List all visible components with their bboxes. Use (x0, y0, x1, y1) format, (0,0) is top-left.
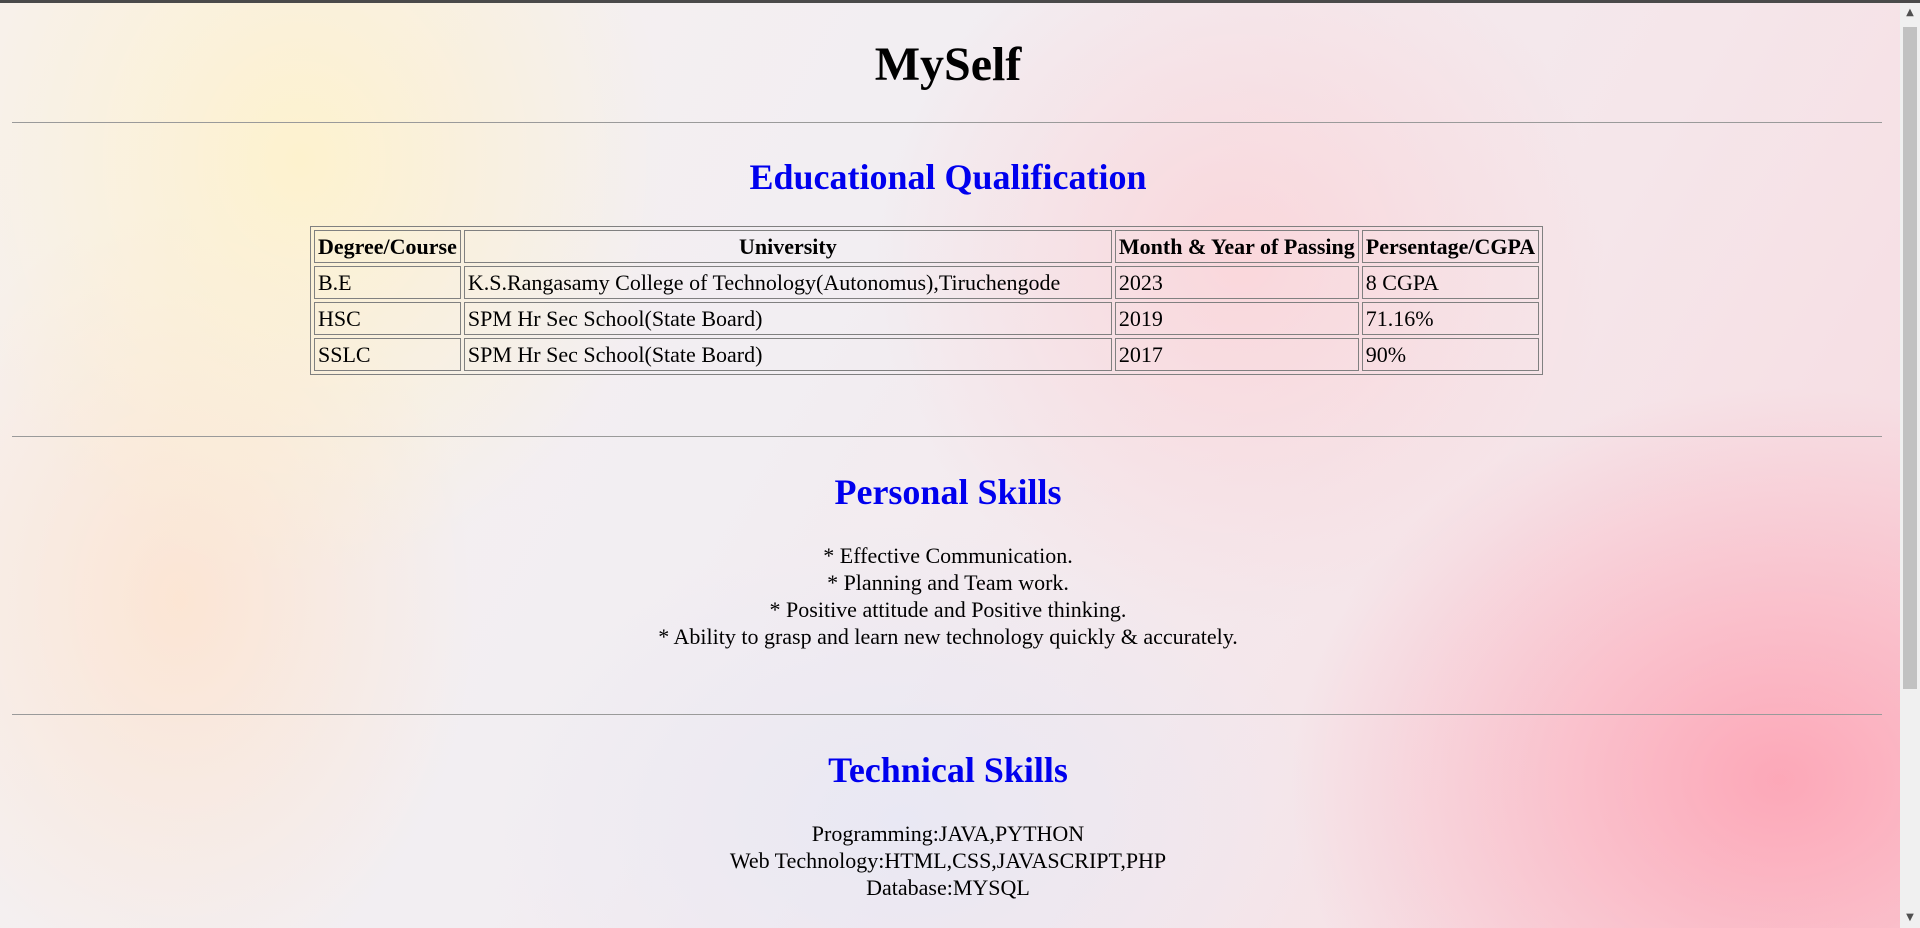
cell-year: 2017 (1114, 338, 1359, 371)
divider (12, 436, 1882, 437)
column-header-passing: Month & Year of Passing (1114, 230, 1359, 263)
cell-degree: SSLC (314, 338, 461, 371)
personal-skills-list: * Effective Communication. * Planning an… (0, 542, 1896, 650)
education-table: Degree/Course University Month & Year of… (310, 226, 1544, 375)
divider (12, 714, 1882, 715)
table-header-row: Degree/Course University Month & Year of… (314, 230, 1540, 263)
personal-skills-heading: Personal Skills (834, 472, 1062, 512)
vertical-scrollbar[interactable]: ▲ ▼ (1900, 3, 1920, 928)
cell-year: 2019 (1114, 302, 1359, 335)
cell-degree: B.E (314, 266, 461, 299)
cell-score: 8 CGPA (1361, 266, 1540, 299)
list-item: Web Technology:HTML,CSS,JAVASCRIPT,PHP (729, 848, 1167, 873)
cell-university: SPM Hr Sec School(State Board) (463, 302, 1112, 335)
column-header-university: University (463, 230, 1112, 263)
technical-skills-heading: Technical Skills (828, 750, 1068, 790)
cell-score: 71.16% (1361, 302, 1540, 335)
cell-degree: HSC (314, 302, 461, 335)
list-item: * Planning and Team work. (827, 570, 1069, 595)
list-item: * Effective Communication. (823, 543, 1073, 568)
table-row: HSC SPM Hr Sec School(State Board) 2019 … (314, 302, 1540, 335)
cell-score: 90% (1361, 338, 1540, 371)
page-content: MySelf Educational Qualification Degree/… (0, 3, 1900, 928)
technical-skills-list: Programming:JAVA,PYTHON Web Technology:H… (0, 820, 1896, 901)
list-item: * Positive attitude and Positive thinkin… (769, 597, 1127, 622)
scroll-down-arrow-icon[interactable]: ▼ (1900, 908, 1920, 928)
list-item: * Ability to grasp and learn new technol… (658, 624, 1238, 649)
scroll-up-arrow-icon[interactable]: ▲ (1900, 3, 1920, 23)
page-title: MySelf (874, 38, 1022, 91)
divider (12, 122, 1882, 123)
table-row: SSLC SPM Hr Sec School(State Board) 2017… (314, 338, 1540, 371)
table-row: B.E K.S.Rangasamy College of Technology(… (314, 266, 1540, 299)
column-header-degree: Degree/Course (314, 230, 461, 263)
list-item: Programming:JAVA,PYTHON (811, 821, 1085, 846)
cell-university: SPM Hr Sec School(State Board) (463, 338, 1112, 371)
cell-university: K.S.Rangasamy College of Technology(Auto… (463, 266, 1112, 299)
education-heading: Educational Qualification (749, 157, 1147, 197)
cell-year: 2023 (1114, 266, 1359, 299)
scrollbar-thumb[interactable] (1903, 27, 1917, 689)
list-item: Database:MYSQL (866, 875, 1030, 900)
column-header-percentage: Persentage/CGPA (1361, 230, 1540, 263)
